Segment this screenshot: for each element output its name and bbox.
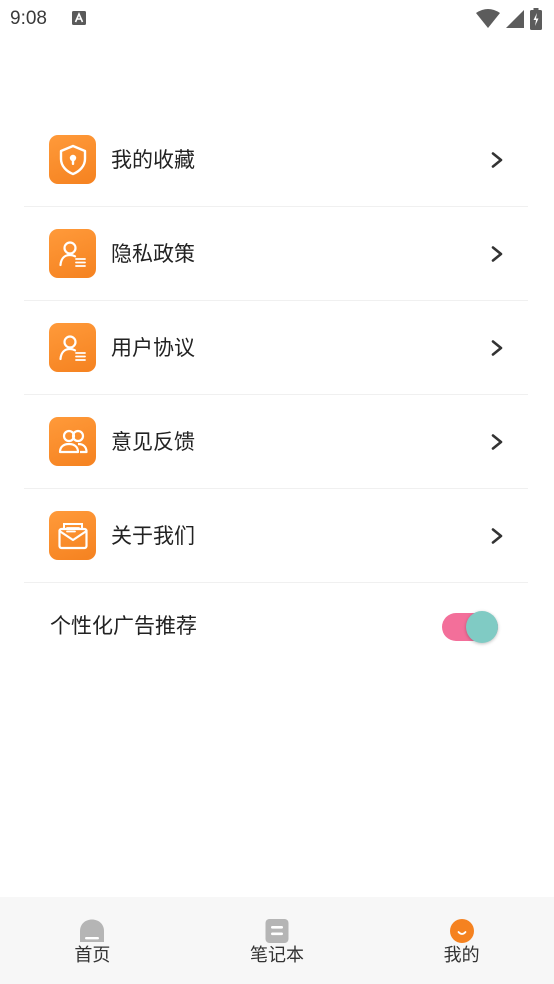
bottom-navigation: 首页 笔记本 我的	[0, 897, 554, 984]
nav-label: 我的	[443, 945, 480, 966]
nav-label: 首页	[74, 945, 111, 966]
personalized-ads-label: 个性化广告推荐	[50, 614, 197, 638]
battery-icon	[530, 8, 542, 30]
menu-item-favorites[interactable]: 我的收藏	[24, 113, 528, 207]
menu-item-label: 关于我们	[111, 524, 195, 548]
home-icon	[80, 919, 105, 942]
wifi-icon	[476, 9, 500, 28]
signal-icon	[506, 10, 524, 28]
nav-item-notebook[interactable]: 笔记本	[185, 897, 370, 984]
status-icons	[476, 8, 542, 30]
settings-menu-list: 我的收藏 隐私政策 用户协议 意见反馈 关于我们	[24, 113, 528, 583]
notification-a-icon	[72, 11, 86, 25]
nav-label: 笔记本	[250, 945, 304, 966]
chevron-right-icon	[491, 152, 503, 168]
menu-item-label: 我的收藏	[111, 148, 195, 172]
chevron-right-icon	[491, 246, 503, 262]
toggle-knob	[466, 611, 498, 643]
nav-item-home[interactable]: 首页	[0, 897, 185, 984]
status-bar: 9:08	[0, 0, 554, 40]
shield-lock-icon	[49, 135, 96, 184]
notebook-icon	[265, 919, 289, 943]
nav-item-profile[interactable]: 我的	[369, 897, 554, 984]
menu-item-about-us[interactable]: 关于我们	[24, 489, 528, 583]
menu-item-label: 意见反馈	[111, 430, 195, 454]
personalized-ads-toggle[interactable]	[442, 611, 500, 643]
menu-item-feedback[interactable]: 意见反馈	[24, 395, 528, 489]
user-doc-icon	[49, 323, 96, 372]
profile-icon	[449, 919, 474, 943]
chevron-right-icon	[491, 434, 503, 450]
chevron-right-icon	[491, 340, 503, 356]
status-time: 9:08	[10, 8, 47, 29]
menu-item-label: 隐私政策	[111, 242, 195, 266]
personalized-ads-row: 个性化广告推荐	[24, 583, 528, 671]
users-icon	[49, 417, 96, 466]
menu-item-user-agreement[interactable]: 用户协议	[24, 301, 528, 395]
menu-item-label: 用户协议	[111, 336, 195, 360]
chevron-right-icon	[491, 528, 503, 544]
user-doc-icon	[49, 229, 96, 278]
menu-item-privacy-policy[interactable]: 隐私政策	[24, 207, 528, 301]
mail-icon	[49, 511, 96, 560]
